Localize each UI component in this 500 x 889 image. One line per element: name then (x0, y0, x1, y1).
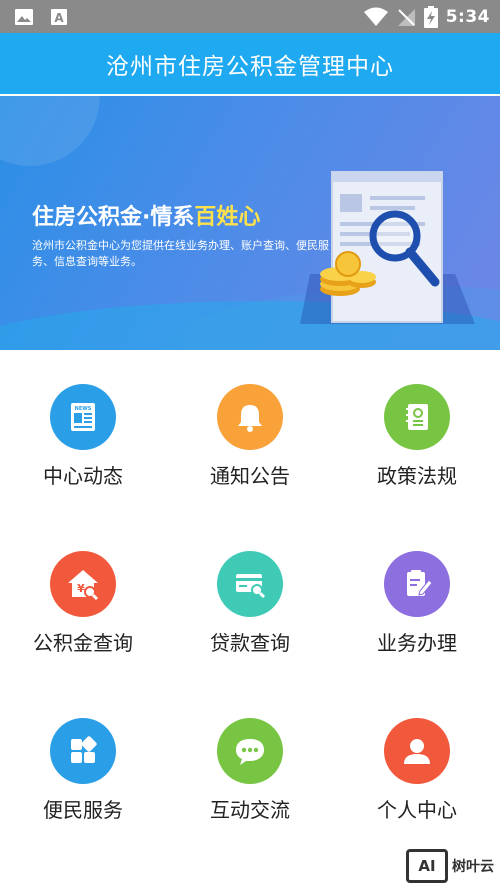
menu-item-notices[interactable]: 通知公告 (167, 350, 333, 516)
apps-grid-icon (50, 718, 116, 784)
app-title-bar: 沧州市住房公积金管理中心 (0, 33, 500, 96)
menu-item-label: 通知公告 (210, 464, 290, 488)
page-title: 沧州市住房公积金管理中心 (106, 53, 394, 80)
watermark-text: 树叶云 (452, 859, 494, 875)
menu-item-label: 互动交流 (210, 798, 290, 822)
promo-banner[interactable]: 住房公积金·情系百姓心 沧州市公积金中心为您提供在线业务办理、账户查询、便民服务… (0, 96, 500, 350)
banner-deco-circle (0, 96, 100, 166)
bell-icon (217, 384, 283, 450)
svg-text:¥: ¥ (77, 582, 85, 595)
image-icon (15, 9, 33, 25)
menu-item-personal-center[interactable]: 个人中心 (334, 684, 500, 850)
menu-item-label: 个人中心 (377, 798, 457, 822)
chat-bubble-icon (217, 718, 283, 784)
menu-item-label: 便民服务 (43, 798, 123, 822)
font-a-icon: A (51, 9, 67, 25)
no-signal-icon (397, 8, 415, 26)
business-edit-icon (384, 551, 450, 617)
status-bar: A 5:34 (0, 0, 500, 33)
wifi-icon (363, 7, 388, 26)
menu-item-label: 业务办理 (377, 631, 457, 655)
menu-item-interaction[interactable]: 互动交流 (167, 684, 333, 850)
menu-item-label: 贷款查询 (210, 631, 290, 655)
loan-card-search-icon (217, 551, 283, 617)
user-icon (384, 718, 450, 784)
menu-item-fund-query[interactable]: ¥ 公积金查询 (0, 517, 166, 683)
banner-subtitle: 沧州市公积金中心为您提供在线业务办理、账户查询、便民服务、信息查询等业务。 (32, 239, 329, 268)
news-icon: NEWS (50, 384, 116, 450)
menu-grid: NEWS 中心动态 通知公告 政策法规 ¥ 公积金查询 贷款查询 业务办理 便民… (0, 350, 500, 889)
menu-item-business[interactable]: 业务办理 (334, 517, 500, 683)
policy-book-icon (384, 384, 450, 450)
status-time: 5:34 (445, 6, 490, 27)
menu-item-loan-query[interactable]: 贷款查询 (167, 517, 333, 683)
banner-headline-main: 住房公积金·情系 (32, 205, 195, 230)
menu-item-label: 公积金查询 (33, 631, 133, 655)
menu-item-center-news[interactable]: NEWS 中心动态 (0, 350, 166, 516)
menu-item-policies[interactable]: 政策法规 (334, 350, 500, 516)
banner-headline: 住房公积金·情系百姓心 (32, 199, 260, 231)
font-a-letter: A (54, 11, 64, 25)
watermark: AI 树叶云 (406, 849, 494, 883)
menu-item-label: 中心动态 (43, 464, 123, 488)
document-magnifier-coins-illustration (300, 171, 475, 324)
battery-charging-icon (423, 5, 438, 28)
banner-headline-highlight: 百姓心 (194, 205, 261, 230)
svg-text:NEWS: NEWS (75, 406, 92, 412)
fund-query-house-icon: ¥ (50, 551, 116, 617)
watermark-logo: AI (406, 849, 448, 883)
menu-item-convenience[interactable]: 便民服务 (0, 684, 166, 850)
menu-item-label: 政策法规 (377, 464, 457, 488)
